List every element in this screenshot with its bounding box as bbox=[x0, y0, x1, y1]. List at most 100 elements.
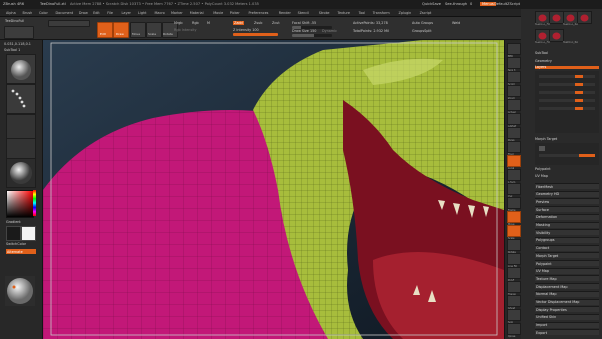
menu-item[interactable]: Stroke bbox=[319, 11, 330, 15]
shelf-button[interactable]: Scroll bbox=[507, 71, 521, 86]
auto-groups-button[interactable]: Auto Groups bbox=[412, 21, 433, 25]
palette-section[interactable]: Displacement Map bbox=[535, 283, 599, 290]
hue-strip[interactable] bbox=[33, 190, 36, 216]
palette-section[interactable]: Import bbox=[535, 321, 599, 328]
palette-section[interactable]: Unified Skin bbox=[535, 313, 599, 320]
menu-item[interactable]: Draw bbox=[79, 11, 88, 15]
palette-section[interactable]: Preview bbox=[535, 198, 599, 205]
palette-section[interactable]: Export bbox=[535, 329, 599, 336]
palette-section[interactable]: Display Properties bbox=[535, 306, 599, 313]
layers-list[interactable] bbox=[535, 71, 599, 133]
lightbox-button[interactable] bbox=[48, 20, 90, 27]
palette-section[interactable]: Morph Target bbox=[535, 252, 599, 259]
menu-item[interactable]: Edit bbox=[93, 11, 100, 15]
palette-section[interactable]: Polygroups bbox=[535, 236, 599, 243]
palette-section[interactable]: Vector Displacement Map bbox=[535, 298, 599, 305]
menu-item[interactable]: Preferences bbox=[249, 11, 269, 15]
switch-color-button[interactable]: SwitchColor bbox=[6, 242, 26, 246]
shelf-button[interactable]: Rotate bbox=[507, 239, 521, 254]
stroke-thumbnail[interactable] bbox=[6, 84, 36, 114]
scale-button[interactable]: Scale bbox=[146, 22, 162, 38]
palette-section[interactable]: Visibility bbox=[535, 229, 599, 236]
menu-item[interactable]: Document bbox=[56, 11, 74, 15]
palette-section[interactable]: Contact bbox=[535, 244, 599, 251]
subtool-thumb-2[interactable] bbox=[549, 11, 564, 24]
shelf-button[interactable]: Local bbox=[507, 155, 521, 170]
color-picker[interactable] bbox=[6, 190, 34, 218]
palette-section[interactable]: Normal Map bbox=[535, 290, 599, 297]
polypaint-label[interactable]: Polypaint bbox=[535, 167, 551, 171]
menu-item[interactable]: Brush bbox=[23, 11, 33, 15]
shelf-button[interactable]: Actual bbox=[507, 99, 521, 114]
palette-section[interactable]: Texture Map bbox=[535, 275, 599, 282]
menu-item[interactable]: Stencil bbox=[298, 11, 309, 15]
default-zscript[interactable]: DefaultZScript bbox=[494, 2, 520, 6]
shelf-button[interactable]: Ghost bbox=[507, 295, 521, 310]
menu-item[interactable]: Zplugin bbox=[399, 11, 412, 15]
see-through-slider[interactable]: See-through bbox=[445, 2, 467, 6]
shelf-button[interactable]: Scale bbox=[507, 225, 521, 240]
gradient-toggle[interactable]: Gradient bbox=[6, 220, 21, 224]
focal-shift-slider[interactable]: Focal Shift -55 bbox=[292, 21, 316, 25]
palette-section[interactable]: UV Map bbox=[535, 267, 599, 274]
shelf-button[interactable]: PolyF bbox=[507, 267, 521, 282]
draw-size-track[interactable] bbox=[292, 34, 332, 37]
rgb-intensity-slider[interactable]: Rgb Intensity bbox=[174, 28, 197, 32]
menu-item[interactable]: Texture bbox=[338, 11, 350, 15]
mrgb-toggle[interactable]: Mrgb bbox=[174, 21, 183, 25]
groups-split-button[interactable]: GroupsSplit bbox=[412, 29, 432, 33]
menu-item[interactable]: Light bbox=[138, 11, 146, 15]
z-intensity-track[interactable] bbox=[233, 33, 278, 36]
menu-item[interactable]: Tool bbox=[359, 11, 366, 15]
document-canvas[interactable] bbox=[43, 40, 504, 339]
projection-master-button[interactable] bbox=[4, 26, 34, 39]
shelf-button[interactable]: Spix 3 bbox=[507, 57, 521, 72]
shelf-button[interactable]: Persp bbox=[507, 127, 521, 142]
zsub-toggle[interactable]: Zsub bbox=[254, 21, 262, 25]
palette-section[interactable]: Polypaint bbox=[535, 260, 599, 266]
palette-section[interactable]: Surface bbox=[535, 206, 599, 213]
main-color-swatch[interactable] bbox=[21, 226, 36, 241]
menu-item[interactable]: Color bbox=[39, 11, 48, 15]
shelf-button[interactable]: L.Sym bbox=[507, 169, 521, 184]
shelf-button[interactable]: AAHalf bbox=[507, 113, 521, 128]
navigation-sphere[interactable] bbox=[5, 276, 35, 306]
palette-section[interactable]: Geometry HD bbox=[535, 190, 599, 197]
menu-item[interactable]: Transform bbox=[373, 11, 390, 15]
t-rex-model[interactable] bbox=[43, 40, 504, 339]
draw-button[interactable]: Draw bbox=[113, 22, 129, 38]
rgb-toggle[interactable]: Rgb bbox=[192, 21, 199, 25]
shelf-button[interactable]: Zoom bbox=[507, 85, 521, 100]
shelf-button[interactable]: BPR bbox=[507, 43, 521, 58]
palette-section[interactable]: FiberMesh bbox=[535, 183, 599, 189]
move-button[interactable]: Move bbox=[130, 22, 146, 38]
alternate-button[interactable]: Alternate bbox=[6, 249, 36, 254]
shelf-button[interactable]: Move bbox=[507, 211, 521, 226]
menu-item[interactable]: Zscript bbox=[420, 11, 432, 15]
shelf-button[interactable]: Frame bbox=[507, 197, 521, 212]
palette-section[interactable]: Deformation bbox=[535, 213, 599, 220]
subtool-thumb-6[interactable] bbox=[549, 29, 564, 42]
menu-item[interactable]: Render bbox=[279, 11, 291, 15]
layers-label[interactable]: Layers bbox=[535, 65, 546, 69]
menu-item[interactable]: Layer bbox=[122, 11, 131, 15]
draw-size-slider[interactable]: Draw Size 150 bbox=[292, 29, 316, 33]
shelf-button[interactable]: Line Fill bbox=[507, 253, 521, 268]
palette-section[interactable]: Masking bbox=[535, 221, 599, 228]
shelf-button[interactable]: Solo bbox=[507, 309, 521, 324]
z-intensity-slider[interactable]: Z Intensity 100 bbox=[233, 28, 259, 32]
shelf-button[interactable]: Floor bbox=[507, 141, 521, 156]
menu-item[interactable]: Macro bbox=[155, 11, 165, 15]
shelf-button[interactable]: Xyz bbox=[507, 183, 521, 198]
edit-button[interactable]: Edit bbox=[97, 22, 113, 38]
subtool-thumb-4[interactable] bbox=[577, 11, 592, 24]
menu-item[interactable]: Marker bbox=[171, 11, 183, 15]
morph-panel[interactable] bbox=[535, 143, 599, 165]
weld-button[interactable]: Weld bbox=[452, 21, 460, 25]
menu-item[interactable]: File bbox=[107, 11, 113, 15]
shelf-button[interactable]: Transp bbox=[507, 281, 521, 296]
m-toggle[interactable]: M bbox=[207, 21, 210, 25]
subtool-section[interactable]: SubTool bbox=[535, 51, 548, 55]
shelf-button[interactable]: Xpose bbox=[507, 323, 521, 338]
dynamic-toggle[interactable]: Dynamic bbox=[322, 29, 337, 33]
